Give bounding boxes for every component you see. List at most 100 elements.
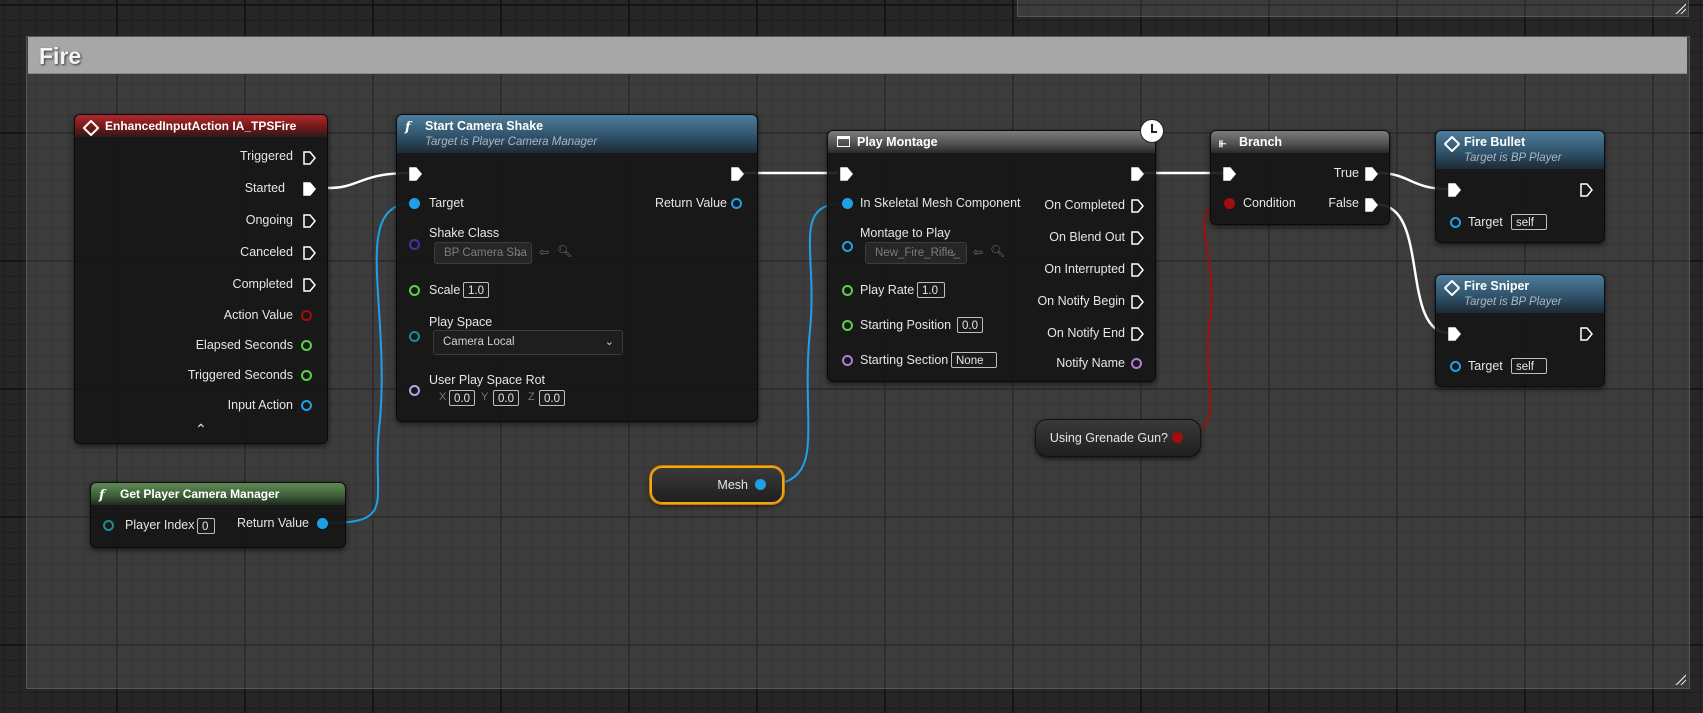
- fire-sniper-header[interactable]: Fire Sniper Target is BP Player: [1436, 275, 1604, 313]
- pin-triggered-seconds[interactable]: [301, 370, 312, 381]
- exec-in-fire-bullet[interactable]: [1448, 183, 1461, 197]
- play-rate-field[interactable]: 1.0: [917, 282, 945, 298]
- pin-play-space[interactable]: [409, 331, 420, 342]
- rot-x-field[interactable]: 0.0: [449, 390, 475, 406]
- event-diamond-icon: [82, 119, 100, 137]
- mesh-variable-label: Mesh: [717, 478, 748, 492]
- play-montage-node[interactable]: Play Montage In Skeletal Mesh Component …: [827, 130, 1156, 382]
- exec-out-canceled[interactable]: [303, 246, 316, 260]
- pin-label-started: Started: [244, 181, 285, 195]
- camera-shake-header[interactable]: f Start Camera Shake Target is Player Ca…: [397, 115, 757, 153]
- exec-out-false[interactable]: [1365, 198, 1378, 212]
- pin-label-target: Target: [429, 196, 464, 210]
- exec-out-on-blend-out[interactable]: [1131, 231, 1144, 245]
- shake-class-dropdown[interactable]: BP Camera Sha ⌄: [434, 242, 532, 264]
- using-grenade-gun-variable-node[interactable]: Using Grenade Gun?: [1035, 419, 1201, 457]
- pin-label-canceled: Canceled: [240, 245, 293, 259]
- pin-starting-section[interactable]: [842, 355, 853, 366]
- scale-field[interactable]: 1.0: [463, 282, 489, 298]
- function-call-icon: [1443, 279, 1461, 297]
- pin-input-action[interactable]: [301, 400, 312, 411]
- pin-label-user-play-space-rot: User Play Space Rot: [429, 373, 546, 387]
- mesh-variable-node[interactable]: Mesh: [650, 466, 784, 504]
- exec-in-fire-sniper[interactable]: [1448, 327, 1461, 341]
- pin-target[interactable]: [1450, 217, 1461, 228]
- player-index-field[interactable]: 0: [197, 518, 215, 534]
- pin-in-skeletal-mesh[interactable]: [842, 198, 853, 209]
- pin-play-rate[interactable]: [842, 285, 853, 296]
- montage-dropdown[interactable]: New_Fire_Rifle_ ⌄: [865, 242, 967, 264]
- exec-in-branch[interactable]: [1223, 167, 1236, 181]
- exec-out-triggered[interactable]: [303, 151, 316, 165]
- play-space-value: Camera Local: [443, 336, 515, 348]
- browse-search-icon[interactable]: 🔍︎: [557, 244, 572, 258]
- pin-scale[interactable]: [409, 285, 420, 296]
- exec-out-play-montage[interactable]: [1131, 167, 1144, 181]
- rot-x-label: X: [439, 391, 447, 403]
- fire-bullet-node[interactable]: Fire Bullet Target is BP Player Target s…: [1435, 130, 1605, 243]
- rot-y-field[interactable]: 0.0: [493, 390, 519, 406]
- rot-z-field[interactable]: 0.0: [539, 390, 565, 406]
- montage-value: New_Fire_Rifle_: [875, 247, 961, 259]
- exec-in-camera-shake[interactable]: [409, 167, 422, 181]
- pin-montage-to-play[interactable]: [842, 241, 853, 252]
- play-space-dropdown[interactable]: Camera Local ⌄: [433, 330, 623, 355]
- fire-bullet-header[interactable]: Fire Bullet Target is BP Player: [1436, 131, 1604, 169]
- exec-out-fire-sniper[interactable]: [1580, 327, 1593, 341]
- pin-camera-manager-return[interactable]: [317, 518, 328, 529]
- get-player-camera-manager-node[interactable]: f Get Player Camera Manager Player Index…: [90, 482, 346, 548]
- pin-label-on-completed: On Completed: [1044, 198, 1125, 212]
- pin-label-play-space: Play Space: [429, 315, 493, 329]
- exec-out-completed[interactable]: [303, 278, 316, 292]
- pin-shake-class[interactable]: [409, 239, 420, 250]
- exec-out-on-completed[interactable]: [1131, 199, 1144, 213]
- fire-bullet-subtitle: Target is BP Player: [1464, 152, 1562, 164]
- fire-sniper-target-field[interactable]: self: [1511, 358, 1547, 374]
- pin-notify-name[interactable]: [1131, 358, 1142, 369]
- pin-starting-position[interactable]: [842, 320, 853, 331]
- pin-user-play-space-rot[interactable]: [409, 385, 420, 396]
- exec-out-on-notify-begin[interactable]: [1131, 295, 1144, 309]
- browse-search-icon[interactable]: 🔍︎: [990, 244, 1005, 258]
- starting-section-field[interactable]: None: [951, 352, 997, 368]
- pin-label-triggered: Triggered: [239, 149, 293, 163]
- fire-bullet-target-field[interactable]: self: [1511, 214, 1547, 230]
- pin-action-value[interactable]: [301, 310, 312, 321]
- exec-out-camera-shake[interactable]: [731, 167, 744, 181]
- use-selected-icon[interactable]: ⇦: [973, 245, 983, 259]
- pin-label-player-index: Player Index: [125, 518, 195, 532]
- pin-condition[interactable]: [1224, 198, 1235, 209]
- camera-shake-title: Start Camera Shake: [425, 119, 544, 133]
- get-camera-manager-header[interactable]: f Get Player Camera Manager: [91, 483, 345, 505]
- pin-label-condition: Condition: [1243, 196, 1296, 210]
- chevron-down-icon: ⌄: [513, 247, 523, 259]
- pin-player-index[interactable]: [103, 520, 114, 531]
- branch-node[interactable]: ⫦ Branch Condition True False: [1210, 130, 1390, 225]
- pin-target[interactable]: [409, 198, 420, 209]
- start-camera-shake-node[interactable]: f Start Camera Shake Target is Player Ca…: [396, 114, 758, 422]
- play-montage-header[interactable]: Play Montage: [828, 131, 1155, 153]
- chevron-up-icon[interactable]: ⌃: [195, 421, 207, 438]
- pin-shake-return[interactable]: [731, 198, 742, 209]
- pin-grenade-out[interactable]: [1172, 432, 1183, 443]
- chevron-down-icon: ⌄: [604, 336, 614, 348]
- chevron-down-icon: ⌄: [948, 247, 958, 259]
- starting-position-field[interactable]: 0.0: [957, 317, 983, 333]
- exec-out-started[interactable]: [303, 182, 316, 196]
- exec-out-fire-bullet[interactable]: [1580, 183, 1593, 197]
- exec-out-ongoing[interactable]: [303, 214, 316, 228]
- pin-mesh-out[interactable]: [755, 479, 766, 490]
- branch-header[interactable]: ⫦ Branch: [1211, 131, 1389, 153]
- fire-sniper-node[interactable]: Fire Sniper Target is BP Player Target s…: [1435, 274, 1605, 387]
- exec-out-true[interactable]: [1365, 167, 1378, 181]
- input-action-header[interactable]: EnhancedInputAction IA_TPSFire: [75, 115, 327, 137]
- pin-label-play-rate: Play Rate: [860, 283, 915, 297]
- pin-target[interactable]: [1450, 361, 1461, 372]
- input-action-node[interactable]: EnhancedInputAction IA_TPSFire Triggered…: [74, 114, 328, 444]
- pin-elapsed-seconds[interactable]: [301, 340, 312, 351]
- branch-title: Branch: [1239, 135, 1283, 149]
- exec-in-play-montage[interactable]: [840, 167, 853, 181]
- exec-out-on-notify-end[interactable]: [1131, 327, 1144, 341]
- use-selected-icon[interactable]: ⇦: [539, 245, 549, 259]
- exec-out-on-interrupted[interactable]: [1131, 263, 1144, 277]
